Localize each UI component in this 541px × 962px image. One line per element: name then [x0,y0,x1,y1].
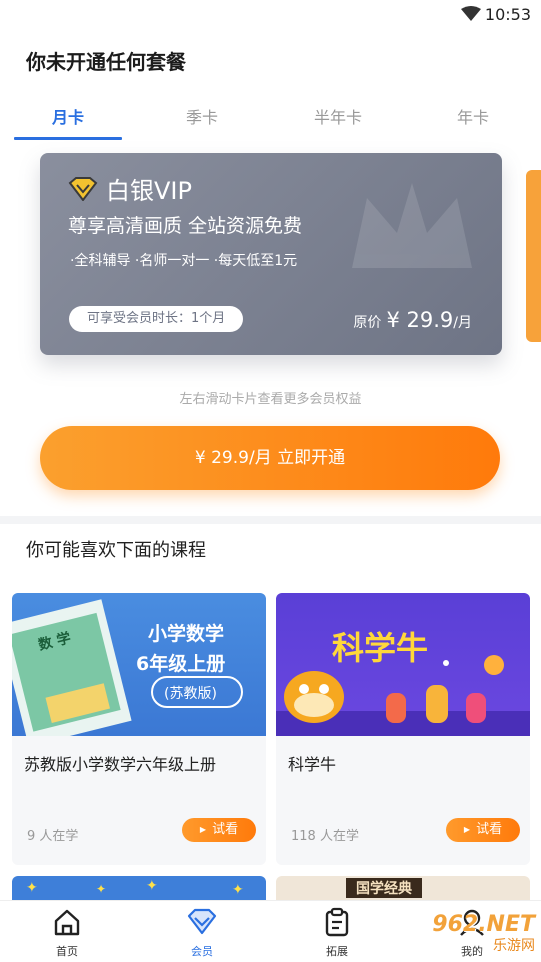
silver-vip-badge-icon [68,177,98,205]
course-thumbnail-science: 科学牛 [276,593,530,736]
next-plan-card-peek[interactable] [526,170,541,342]
try-watch-label: 试看 [476,822,503,837]
watermark-sub: 乐游网 [493,938,535,954]
recommend-section-title: 你可能喜欢下面的课程 [26,540,206,561]
crown-watermark-icon [352,183,472,268]
swipe-hint: 左右滑动卡片查看更多会员权益 [179,392,362,407]
tab-active-indicator [14,137,122,140]
status-time: 10:53 [484,5,531,24]
wifi-icon [461,6,481,26]
nav-home[interactable]: 首页 [32,907,102,959]
try-watch-label: 试看 [212,822,239,837]
tab-monthly[interactable]: 月卡 [14,104,122,128]
vip-duration-pill: 可享受会员时长：1个月 [69,306,244,332]
thumb-edition-math: (苏教版) [164,686,217,702]
vip-diamond-icon [187,908,217,935]
sparkle-icon: ✦ [26,880,38,896]
subscribe-button[interactable]: ¥ 29.9/月 立即开通 [40,426,500,490]
original-price-label: 原价 [353,315,382,331]
sparkle-icon: ✦ [96,882,107,896]
course-name: 科学牛 [288,755,337,774]
play-icon: ▶ [199,825,207,834]
course-card-science[interactable]: 科学牛 科学牛 118 人在学 ▶ 试看 [276,593,530,865]
tab-half-year[interactable]: 半年卡 [284,104,392,128]
section-divider [0,516,541,524]
original-price-value: ¥ 29.9 [386,308,454,332]
thumb-title-math: 小学数学 [148,623,225,645]
nav-vip[interactable]: 会员 [167,907,237,959]
course-learner-count: 118 人在学 [291,829,359,844]
peek-right-label: 国学经典 [346,878,422,898]
course-card-math[interactable]: 数 学 小学数学 6年级上册 (苏教版) 苏教版小学数学六年级上册 9 人在学 … [12,593,266,865]
site-watermark: 962.NET 乐游网 [432,912,535,955]
thumb-title-science: 科学牛 [332,629,429,667]
nav-vip-label: 会员 [191,945,213,958]
home-icon [54,909,80,936]
try-watch-button[interactable]: ▶ 试看 [446,818,520,842]
vip-perks: ·全科辅导 ·名师一对一 ·每天低至1元 [70,253,298,269]
tab-quarterly[interactable]: 季卡 [148,104,256,128]
nav-home-label: 首页 [56,945,78,958]
vip-level-name: 白银VIP [106,177,192,205]
vip-plan-card[interactable]: 白银VIP 尊享高清画质 全站资源免费 ·全科辅导 ·名师一对一 ·每天低至1元… [40,153,502,355]
plan-tabs: 月卡 季卡 半年卡 年卡 [0,96,541,140]
vip-slogan: 尊享高清画质 全站资源免费 [68,215,303,237]
course-learner-count: 9 人在学 [27,829,79,844]
tab-yearly[interactable]: 年卡 [419,104,527,128]
thumb-grade-math: 6年级上册 [136,653,226,675]
clipboard-icon [325,907,349,937]
sparkle-icon: ✦ [232,882,244,898]
watermark-brand: 962.NET [432,912,535,937]
sparkle-icon: ✦ [146,878,158,894]
course-name: 苏教版小学数学六年级上册 [24,755,217,774]
page-title: 你未开通任何套餐 [26,50,186,74]
original-price-unit: /月 [453,315,472,331]
course-thumbnail-math: 数 学 小学数学 6年级上册 (苏教版) [12,593,266,736]
nav-expand[interactable]: 拓展 [302,907,372,959]
status-bar: 10:53 [0,0,541,30]
nav-expand-label: 拓展 [326,945,348,958]
try-watch-button[interactable]: ▶ 试看 [182,818,256,842]
play-icon: ▶ [463,825,471,834]
vip-original-price: 原价 ¥ 29.9/月 [353,308,472,332]
